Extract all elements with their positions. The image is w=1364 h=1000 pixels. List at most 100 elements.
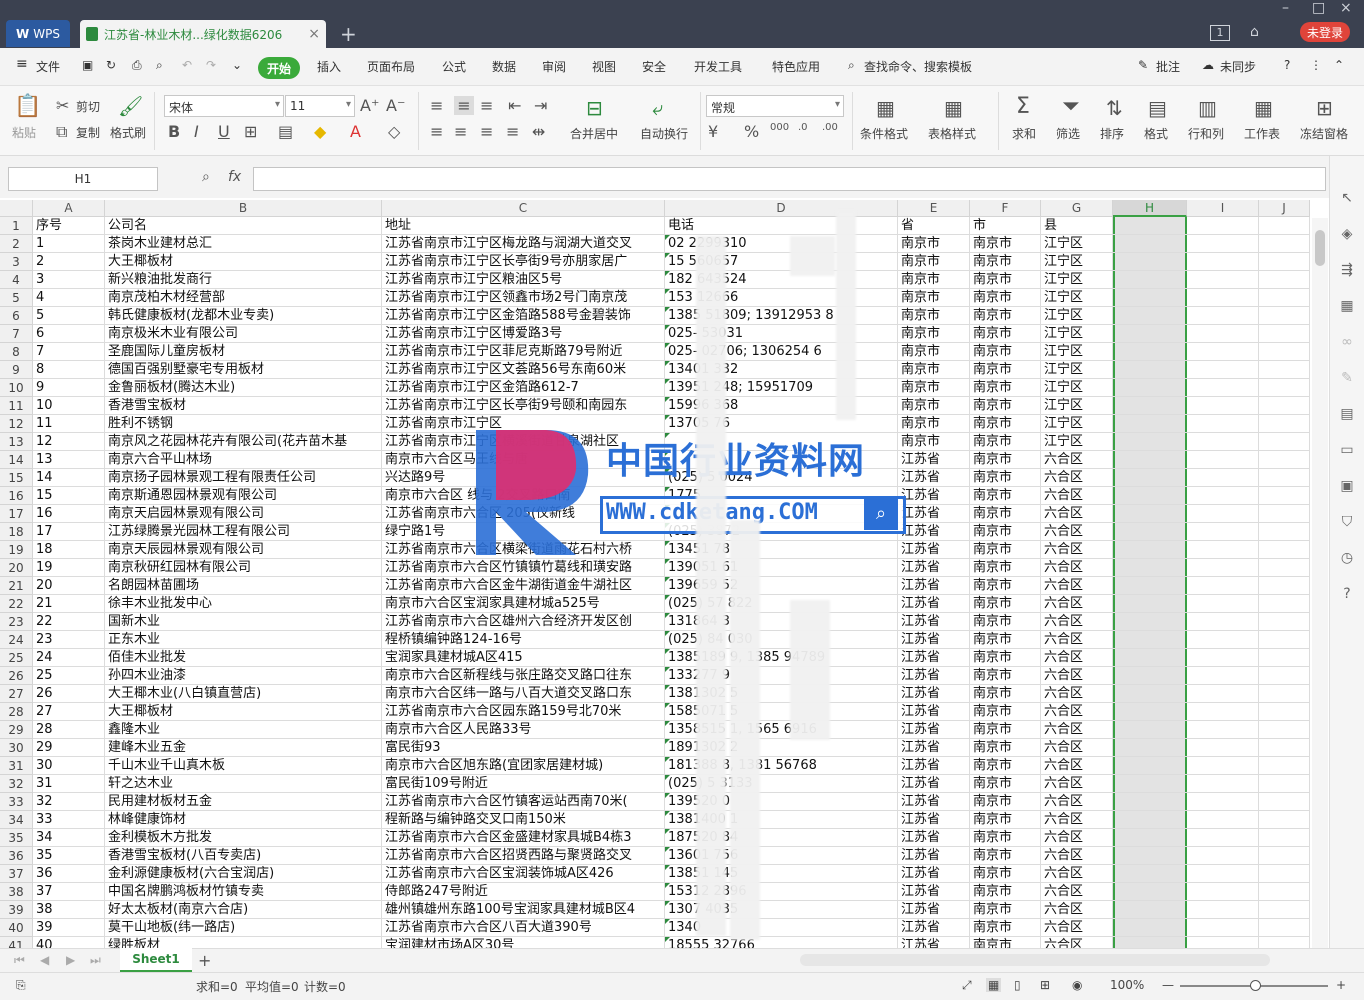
menu-home[interactable]: 开始 [258, 57, 300, 79]
table-cell[interactable] [1113, 901, 1187, 919]
table-cell[interactable] [1113, 883, 1187, 901]
table-cell[interactable]: 江苏省南京市江宁区粮油区5号 [382, 271, 665, 289]
table-cell[interactable]: 六合区 [1041, 631, 1113, 649]
table-cell[interactable]: 南京市 [970, 847, 1041, 865]
font-family-select[interactable]: 宋体 [164, 95, 284, 117]
freeze-panes-button[interactable]: 冻结窗格 [1300, 125, 1348, 142]
table-cell[interactable]: 雄州镇雄州东路100号宝润家具建材城B区4 [382, 901, 665, 919]
table-cell[interactable]: 中国名牌鹏鸿板材竹镇专卖 [105, 883, 382, 901]
table-cell[interactable] [1187, 289, 1259, 307]
table-cell[interactable] [1113, 775, 1187, 793]
table-cell[interactable]: 江苏省 [898, 721, 970, 739]
table-cell[interactable] [1113, 289, 1187, 307]
table-cell[interactable] [1259, 523, 1310, 541]
table-cell[interactable] [1259, 649, 1310, 667]
name-box[interactable]: H1 [8, 167, 158, 191]
table-cell[interactable]: 千山木业千山真木板 [105, 757, 382, 775]
table-cell[interactable]: 六合区 [1041, 613, 1113, 631]
table-cell[interactable]: 江宁区 [1041, 271, 1113, 289]
row-header[interactable]: 9 [0, 361, 33, 379]
table-cell[interactable] [1113, 739, 1187, 757]
table-cell[interactable]: 江苏省 [898, 901, 970, 919]
add-sheet-icon[interactable]: + [198, 951, 211, 970]
row-header[interactable]: 7 [0, 325, 33, 343]
table-cell[interactable] [1113, 541, 1187, 559]
table-cell[interactable]: 江苏省南京市六合区招贤西路与聚贤路交叉 [382, 847, 665, 865]
table-cell[interactable] [1187, 505, 1259, 523]
table-cell[interactable]: 江苏省南京市江宁区长亭街9号颐和南园东 [382, 397, 665, 415]
row-header[interactable]: 8 [0, 343, 33, 361]
menu-page-layout[interactable]: 页面布局 [367, 58, 415, 75]
table-cell[interactable]: 8 [33, 361, 105, 379]
eye-protect-icon[interactable]: ◉ [1072, 978, 1082, 992]
table-cell[interactable] [1259, 343, 1310, 361]
table-cell[interactable]: 南京市六合区旭东路(宜团家居建材城) [382, 757, 665, 775]
worksheet-icon[interactable]: ▦ [1254, 96, 1273, 120]
table-cell[interactable]: 南京市 [970, 757, 1041, 775]
table-cell[interactable]: 南京市 [898, 397, 970, 415]
number-format-select[interactable]: 常规 [706, 95, 844, 117]
table-cell[interactable]: 32 [33, 793, 105, 811]
table-cell[interactable] [1187, 667, 1259, 685]
table-cell[interactable] [1187, 613, 1259, 631]
table-cell[interactable]: 33 [33, 811, 105, 829]
table-cell[interactable]: 江苏省 [898, 865, 970, 883]
table-cell[interactable]: 南京市 [970, 703, 1041, 721]
table-cell[interactable]: 22 [33, 613, 105, 631]
table-cell[interactable]: 20 [33, 577, 105, 595]
table-cell[interactable] [1113, 685, 1187, 703]
table-cell[interactable]: 34 [33, 829, 105, 847]
table-cell[interactable]: 南京市 [898, 433, 970, 451]
scroll-thumb[interactable] [1315, 230, 1325, 266]
table-cell[interactable]: 程新路与编钟路交叉口南150米 [382, 811, 665, 829]
table-cell[interactable]: 11 [33, 415, 105, 433]
table-cell[interactable] [1259, 271, 1310, 289]
table-cell[interactable] [1113, 379, 1187, 397]
table-cell[interactable]: 江苏省南京市六合区园东路159号北70米 [382, 703, 665, 721]
table-cell[interactable]: 六合区 [1041, 595, 1113, 613]
table-cell[interactable]: 鑫隆木业 [105, 721, 382, 739]
table-cell[interactable]: 南京市 [970, 937, 1041, 948]
table-cell[interactable]: 江苏省南京市六合区金牛湖街道金牛湖社区 [382, 577, 665, 595]
header-cell[interactable]: 地址 [382, 217, 665, 235]
table-cell[interactable]: 南京市六合区宝润家具建材城a525号 [382, 595, 665, 613]
table-cell[interactable] [1259, 739, 1310, 757]
table-cell[interactable]: 28 [33, 721, 105, 739]
header-cell[interactable]: 县 [1041, 217, 1113, 235]
table-cell[interactable]: 南京市 [970, 577, 1041, 595]
table-cell[interactable] [1113, 937, 1187, 948]
table-cell[interactable]: 建峰木业五金 [105, 739, 382, 757]
table-cell[interactable] [1113, 487, 1187, 505]
table-cell[interactable] [1113, 361, 1187, 379]
comment-icon[interactable]: ✎ [1138, 58, 1148, 72]
table-cell[interactable] [1187, 739, 1259, 757]
table-cell[interactable]: 南京市 [970, 235, 1041, 253]
indent-increase-icon[interactable]: ⇥ [534, 96, 547, 115]
table-cell[interactable]: 29 [33, 739, 105, 757]
column-header-c[interactable]: C [382, 200, 665, 217]
table-cell[interactable]: 南京市 [898, 253, 970, 271]
row-header[interactable]: 28 [0, 703, 33, 721]
cut-icon[interactable]: ✂ [56, 96, 69, 115]
table-cell[interactable]: 23 [33, 631, 105, 649]
row-header[interactable]: 26 [0, 667, 33, 685]
collapse-ribbon-icon[interactable]: ⌃ [1334, 58, 1344, 72]
sync-icon[interactable]: ☁ [1202, 58, 1214, 72]
table-style-icon[interactable]: ▦ [944, 96, 963, 120]
merge-center-button[interactable]: 合并居中 [570, 125, 618, 142]
header-cell[interactable] [1113, 217, 1187, 235]
table-cell[interactable] [1113, 703, 1187, 721]
format-painter-icon[interactable]: 🖌 [118, 94, 143, 118]
table-cell[interactable]: 绿胜板材 [105, 937, 382, 948]
table-cell[interactable]: 六合区 [1041, 649, 1113, 667]
table-cell[interactable]: 圣鹿国际儿童房板材 [105, 343, 382, 361]
table-cell[interactable]: 江宁区 [1041, 433, 1113, 451]
column-header-f[interactable]: F [970, 200, 1041, 217]
table-cell[interactable] [1259, 469, 1310, 487]
row-header[interactable]: 15 [0, 469, 33, 487]
table-icon[interactable]: ▦ [1338, 298, 1356, 316]
table-cell[interactable]: 六合区 [1041, 883, 1113, 901]
table-cell[interactable]: 37 [33, 883, 105, 901]
table-cell[interactable]: 南京市 [970, 379, 1041, 397]
format-painter-button[interactable]: 格式刷 [110, 124, 146, 141]
